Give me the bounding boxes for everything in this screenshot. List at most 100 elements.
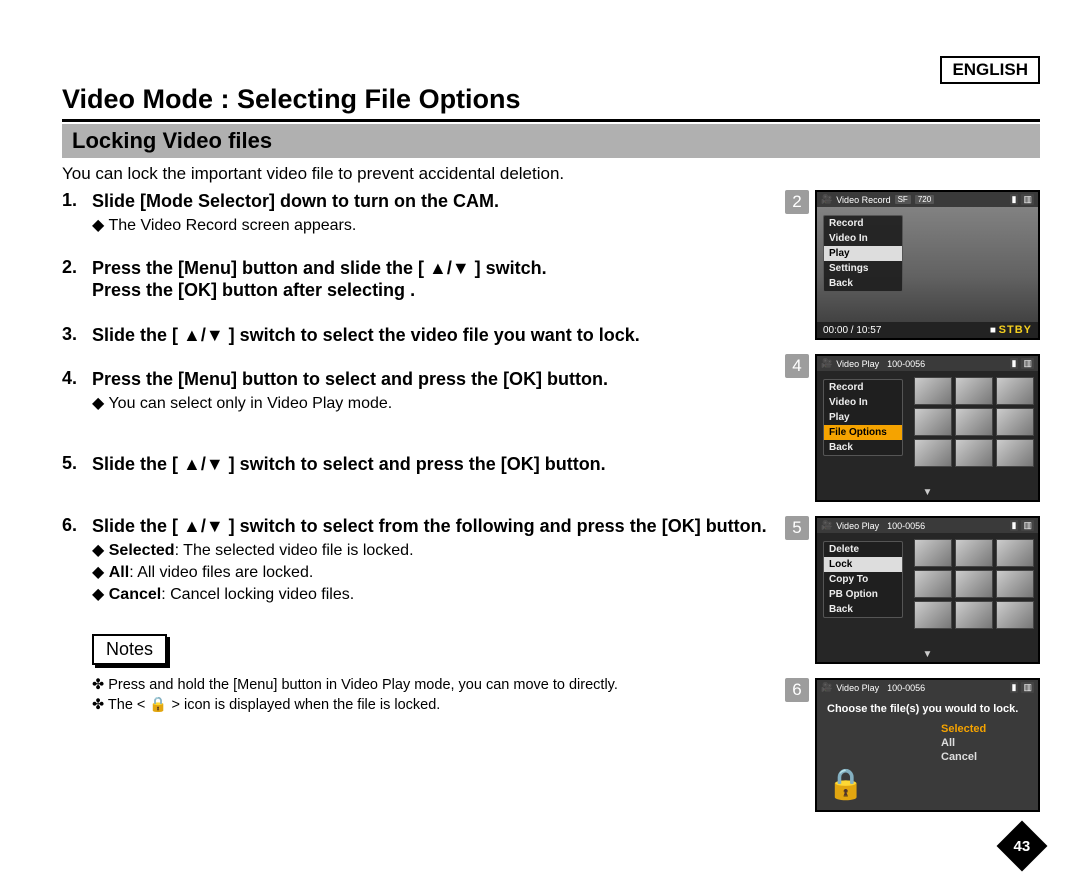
thumbnail bbox=[955, 601, 993, 629]
camera-icon bbox=[821, 194, 832, 205]
menu-item: Back bbox=[824, 602, 902, 617]
step-title: Slide the [ ▲/▼ ] switch to select and p… bbox=[92, 453, 767, 476]
menu-item: Lock bbox=[824, 557, 902, 572]
thumbnail bbox=[996, 539, 1034, 567]
camera-icon bbox=[821, 358, 832, 369]
memory-icon: ▮ bbox=[1010, 194, 1019, 205]
file-code: 100-0056 bbox=[887, 359, 925, 369]
screen-number: 5 bbox=[785, 516, 809, 540]
menu-item: Record bbox=[824, 380, 902, 395]
step-detail: Selected: The selected video file is loc… bbox=[92, 540, 767, 560]
menu: RecordVideo InPlayFile OptionsBack bbox=[823, 379, 903, 456]
title-rule bbox=[62, 119, 1040, 122]
badge-res: 720 bbox=[915, 195, 934, 204]
screen-number: 4 bbox=[785, 354, 809, 378]
menu-item: Copy To bbox=[824, 572, 902, 587]
notes-list: Press and hold the [Menu] button in Vide… bbox=[92, 675, 767, 716]
step-title: Slide the [ ▲/▼ ] switch to select the v… bbox=[92, 324, 767, 347]
screen-number: 2 bbox=[785, 190, 809, 214]
notes-header: Notes bbox=[92, 634, 167, 665]
note-item: The < 🔒 > icon is displayed when the fil… bbox=[92, 695, 767, 715]
memory-icon: ▮ bbox=[1010, 358, 1019, 369]
screen-title: Video Record bbox=[836, 195, 890, 205]
memory-icon: ▮ bbox=[1010, 682, 1019, 693]
thumbnail bbox=[955, 539, 993, 567]
instructions-column: Slide [Mode Selector] down to turn on th… bbox=[62, 190, 767, 826]
step-title: Slide [Mode Selector] down to turn on th… bbox=[92, 190, 767, 213]
thumbnail bbox=[955, 377, 993, 405]
battery-icon: ▥ bbox=[1021, 358, 1034, 369]
memory-icon: ▮ bbox=[1010, 520, 1019, 531]
screen-6: 6 Video Play 100-0056 ▮▥ Choose the file… bbox=[785, 678, 1040, 812]
timer: 00:00 / 10:57 bbox=[823, 325, 881, 336]
dialog-option: All bbox=[937, 736, 1038, 750]
camera-icon bbox=[821, 682, 832, 693]
thumbnail bbox=[914, 570, 952, 598]
thumbnail bbox=[996, 439, 1034, 467]
thumbnail bbox=[996, 601, 1034, 629]
step-5: Slide the [ ▲/▼ ] switch to select and p… bbox=[62, 453, 767, 476]
status-stby: STBY bbox=[999, 324, 1032, 336]
language-badge: ENGLISH bbox=[940, 56, 1040, 84]
screen-number: 6 bbox=[785, 678, 809, 702]
step-3: Slide the [ ▲/▼ ] switch to select the v… bbox=[62, 324, 767, 347]
dialog-message: Choose the file(s) you would to lock. bbox=[817, 695, 1038, 720]
thumbnail-grid bbox=[914, 539, 1034, 629]
dialog-option: Cancel bbox=[937, 750, 1038, 764]
thumbnail bbox=[996, 377, 1034, 405]
stop-icon: ■ bbox=[990, 325, 996, 336]
thumbnail bbox=[914, 539, 952, 567]
menu-item: Delete bbox=[824, 542, 902, 557]
thumbnail bbox=[914, 439, 952, 467]
screen-title: Video Play bbox=[836, 683, 879, 693]
menu-item: Play bbox=[824, 410, 902, 425]
thumbnail bbox=[955, 408, 993, 436]
screen-5: 5 Video Play 100-0056 ▮▥ DeleteLockCopy … bbox=[785, 516, 1040, 664]
menu-item: PB Option bbox=[824, 587, 902, 602]
step-4: Press the [Menu] button to select and pr… bbox=[62, 368, 767, 413]
lock-icon: 🔒 bbox=[827, 767, 864, 802]
screen-2: 2 Video Record SF 720 ▮▥ RecordVideo InP… bbox=[785, 190, 1040, 340]
step-detail: You can select only in Video Play mode. bbox=[92, 393, 767, 413]
thumbnail-grid bbox=[914, 377, 1034, 467]
battery-icon: ▥ bbox=[1021, 194, 1034, 205]
camera-icon bbox=[821, 520, 832, 531]
thumbnail bbox=[996, 408, 1034, 436]
file-code: 100-0056 bbox=[887, 683, 925, 693]
step-detail: All: All video files are locked. bbox=[92, 562, 767, 582]
page-title: Video Mode : Selecting File Options bbox=[62, 84, 1040, 115]
dialog-option: Selected bbox=[937, 722, 1038, 736]
step-title: Press the [Menu] button and slide the [ … bbox=[92, 257, 767, 302]
battery-icon: ▥ bbox=[1021, 682, 1034, 693]
step-1: Slide [Mode Selector] down to turn on th… bbox=[62, 190, 767, 235]
menu-item: Video In bbox=[824, 395, 902, 410]
screen-title: Video Play bbox=[836, 359, 879, 369]
thumbnail bbox=[914, 377, 952, 405]
dialog-options: SelectedAllCancel bbox=[937, 722, 1038, 764]
menu-item: File Options bbox=[824, 425, 902, 440]
screen-title: Video Play bbox=[836, 521, 879, 531]
scroll-down-icon: ▼ bbox=[817, 648, 1038, 662]
section-subtitle: Locking Video files bbox=[62, 124, 1040, 158]
thumbnail bbox=[914, 408, 952, 436]
intro-text: You can lock the important video file to… bbox=[62, 164, 1040, 184]
menu: DeleteLockCopy ToPB OptionBack bbox=[823, 541, 903, 618]
step-title: Slide the [ ▲/▼ ] switch to select from … bbox=[92, 515, 767, 538]
menu-item: Video In bbox=[824, 231, 902, 246]
battery-icon: ▥ bbox=[1021, 520, 1034, 531]
file-code: 100-0056 bbox=[887, 521, 925, 531]
step-detail: The Video Record screen appears. bbox=[92, 215, 767, 235]
thumbnail bbox=[955, 439, 993, 467]
step-6: Slide the [ ▲/▼ ] switch to select from … bbox=[62, 515, 767, 604]
menu-item: Settings bbox=[824, 261, 902, 276]
thumbnail bbox=[914, 601, 952, 629]
badge-sf: SF bbox=[895, 195, 911, 204]
menu-item: Back bbox=[824, 440, 902, 455]
menu: RecordVideo InPlaySettingsBack bbox=[823, 215, 903, 292]
menu-item: Record bbox=[824, 216, 902, 231]
scroll-down-icon: ▼ bbox=[817, 486, 1038, 500]
note-item: Press and hold the [Menu] button in Vide… bbox=[92, 675, 767, 695]
screenshots-column: 2 Video Record SF 720 ▮▥ RecordVideo InP… bbox=[785, 190, 1040, 826]
menu-item: Back bbox=[824, 276, 902, 291]
manual-page: ENGLISH Video Mode : Selecting File Opti… bbox=[0, 0, 1080, 846]
